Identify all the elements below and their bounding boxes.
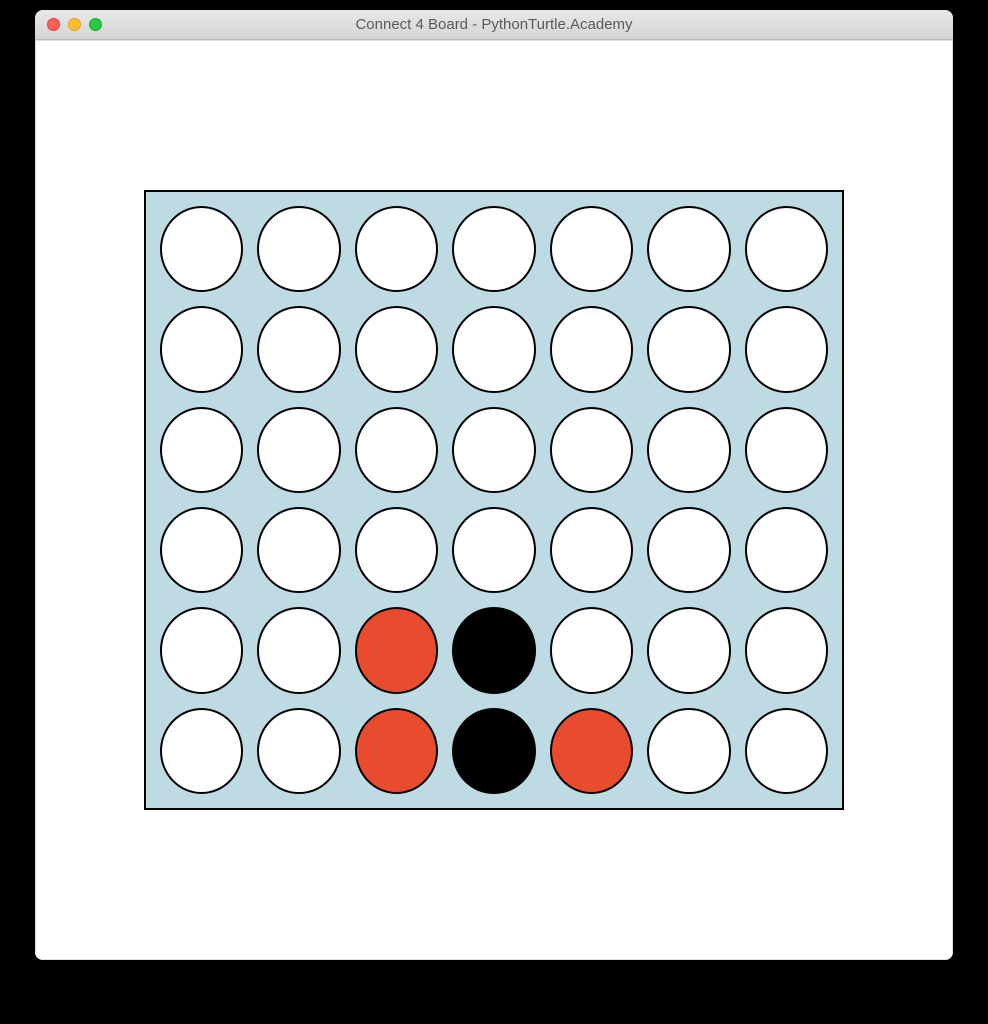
board-cell-r0-c6[interactable]: [745, 206, 828, 292]
board-cell-r4-c4[interactable]: [550, 607, 633, 693]
board-cell-r2-c3[interactable]: [452, 407, 535, 493]
board-cell-r4-c6[interactable]: [745, 607, 828, 693]
application-window: Connect 4 Board - PythonTurtle.Academy: [35, 10, 953, 960]
board-cell-r2-c6[interactable]: [745, 407, 828, 493]
close-button[interactable]: [47, 18, 60, 31]
board-cell-r1-c5[interactable]: [647, 306, 730, 392]
minimize-button[interactable]: [68, 18, 81, 31]
board-cell-r4-c1[interactable]: [257, 607, 340, 693]
board-cell-r0-c1[interactable]: [257, 206, 340, 292]
board-cell-r5-c3[interactable]: [452, 708, 535, 794]
board-cell-r0-c3[interactable]: [452, 206, 535, 292]
board-cell-r1-c2[interactable]: [355, 306, 438, 392]
board-cell-r2-c1[interactable]: [257, 407, 340, 493]
traffic-lights: [35, 18, 102, 31]
board-cell-r0-c2[interactable]: [355, 206, 438, 292]
board-cell-r5-c6[interactable]: [745, 708, 828, 794]
board-cell-r1-c3[interactable]: [452, 306, 535, 392]
board-cell-r2-c5[interactable]: [647, 407, 730, 493]
board-cell-r3-c0[interactable]: [160, 507, 243, 593]
board-cell-r2-c0[interactable]: [160, 407, 243, 493]
board-cell-r0-c4[interactable]: [550, 206, 633, 292]
board-cell-r4-c3[interactable]: [452, 607, 535, 693]
board-cell-r4-c5[interactable]: [647, 607, 730, 693]
board-cell-r1-c1[interactable]: [257, 306, 340, 392]
board-cell-r0-c0[interactable]: [160, 206, 243, 292]
board-cell-r0-c5[interactable]: [647, 206, 730, 292]
board-cell-r3-c3[interactable]: [452, 507, 535, 593]
board-cell-r1-c6[interactable]: [745, 306, 828, 392]
board-cell-r2-c2[interactable]: [355, 407, 438, 493]
board-cell-r5-c1[interactable]: [257, 708, 340, 794]
board-cell-r3-c6[interactable]: [745, 507, 828, 593]
board-cell-r4-c0[interactable]: [160, 607, 243, 693]
board-cell-r5-c0[interactable]: [160, 708, 243, 794]
board-cell-r3-c4[interactable]: [550, 507, 633, 593]
board-cell-r2-c4[interactable]: [550, 407, 633, 493]
board-cell-r1-c4[interactable]: [550, 306, 633, 392]
board-cell-r3-c1[interactable]: [257, 507, 340, 593]
board-cell-r1-c0[interactable]: [160, 306, 243, 392]
board-cell-r5-c5[interactable]: [647, 708, 730, 794]
maximize-button[interactable]: [89, 18, 102, 31]
board-cell-r5-c4[interactable]: [550, 708, 633, 794]
board-cell-r4-c2[interactable]: [355, 607, 438, 693]
board-cell-r5-c2[interactable]: [355, 708, 438, 794]
window-content: [35, 40, 953, 960]
titlebar[interactable]: Connect 4 Board - PythonTurtle.Academy: [35, 10, 953, 40]
board-cell-r3-c5[interactable]: [647, 507, 730, 593]
connect4-board[interactable]: [144, 190, 844, 810]
window-title: Connect 4 Board - PythonTurtle.Academy: [35, 16, 953, 33]
board-cell-r3-c2[interactable]: [355, 507, 438, 593]
